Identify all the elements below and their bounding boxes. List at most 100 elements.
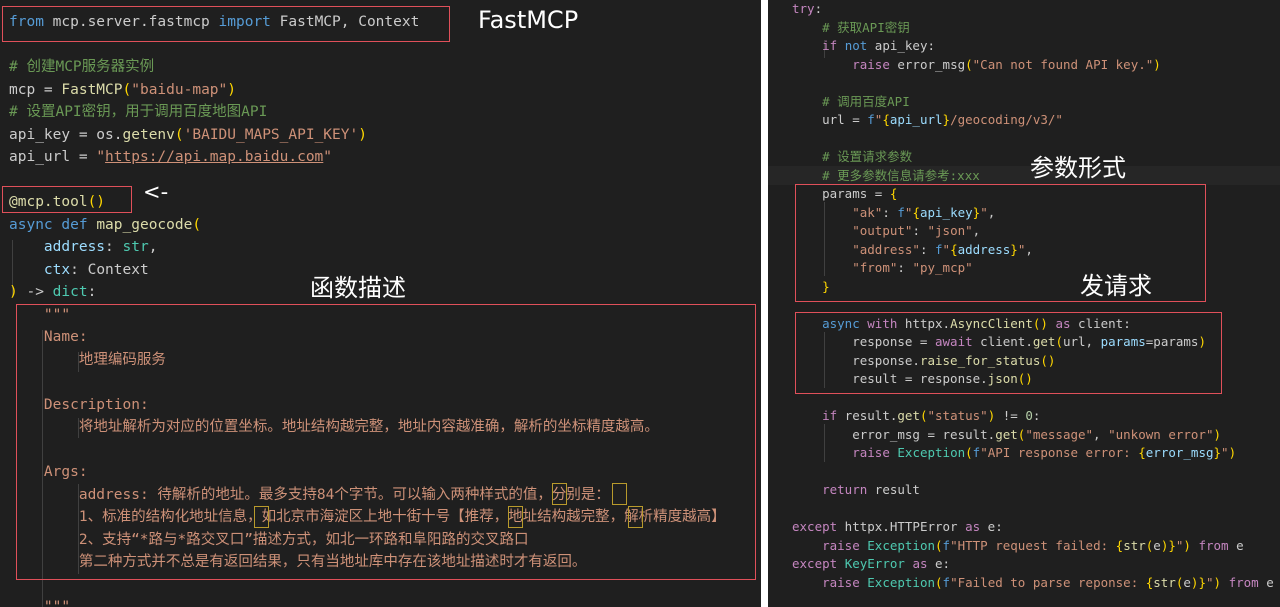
code-token: from bbox=[1228, 574, 1259, 590]
code-line: url = f"{api_url}/geocoding/v3/" bbox=[792, 111, 1274, 130]
bracket-match-box bbox=[612, 483, 627, 505]
code-token: raise bbox=[822, 574, 860, 590]
code-token: : bbox=[87, 284, 97, 300]
code-token: /geocoding/v3/" bbox=[950, 112, 1063, 127]
code-token: e: bbox=[980, 519, 1003, 534]
code-token: : bbox=[1032, 408, 1041, 423]
code-line: return result bbox=[792, 481, 1274, 500]
code-token: ) bbox=[1213, 574, 1222, 590]
code-token: "unkown error" bbox=[1108, 426, 1214, 442]
code-token: ) bbox=[1183, 537, 1191, 553]
code-line: async def map_geocode( bbox=[9, 214, 726, 237]
code-token: ) bbox=[1213, 426, 1221, 442]
bracket-match-box bbox=[254, 506, 269, 528]
code-token: " bbox=[96, 149, 106, 165]
code-token: api_key: bbox=[867, 38, 936, 53]
code-token: } bbox=[1213, 445, 1222, 460]
code-token: raise bbox=[852, 445, 890, 460]
code-token: e bbox=[1228, 537, 1244, 553]
code-token: e bbox=[1258, 574, 1274, 590]
code-token: get bbox=[897, 408, 920, 423]
code-line: raise Exception(f"Failed to parse repons… bbox=[792, 574, 1274, 593]
code-token: # 创建MCP服务器实例 bbox=[9, 59, 155, 75]
code-token: result bbox=[867, 482, 920, 497]
code-token: : bbox=[105, 239, 123, 255]
code-token: ( bbox=[174, 126, 184, 143]
code-token: result. bbox=[837, 408, 898, 423]
code-token: 0 bbox=[1025, 408, 1033, 423]
code-token: httpx.HTTPError bbox=[837, 519, 966, 534]
code-line: address: str, bbox=[9, 236, 726, 259]
left-code-editor[interactable]: from mcp.server.fastmcp import FastMCP, … bbox=[0, 0, 761, 607]
code-token: 'BAIDU_MAPS_API_KEY' bbox=[183, 126, 359, 143]
code-token: def bbox=[61, 216, 88, 233]
code-token: try bbox=[792, 1, 815, 16]
code-token: , bbox=[1093, 426, 1109, 442]
code-token: ( bbox=[919, 408, 928, 423]
code-token: ( bbox=[965, 445, 973, 460]
code-token: "HTTP request failed: bbox=[950, 537, 1116, 553]
fastmcp-label: FastMCP bbox=[478, 6, 579, 34]
arrow-label: <- bbox=[143, 180, 169, 204]
code-token: str bbox=[1123, 537, 1146, 553]
function-description-label: 函数描述 bbox=[310, 274, 406, 302]
code-token: ( bbox=[965, 56, 973, 72]
code-token: KeyError bbox=[844, 556, 905, 571]
code-token: f bbox=[867, 112, 875, 127]
code-token: getenv bbox=[122, 126, 175, 143]
code-token: raise bbox=[852, 56, 890, 72]
code-token: : bbox=[814, 1, 823, 16]
code-token: e bbox=[1183, 574, 1191, 590]
code-token: "baidu-map" bbox=[131, 81, 228, 98]
code-token: ) bbox=[1153, 56, 1161, 72]
code-token: " bbox=[323, 149, 333, 165]
code-token: get bbox=[995, 426, 1018, 442]
code-token: https://api.map.baidu.com bbox=[105, 149, 324, 165]
code-token: not bbox=[844, 38, 868, 53]
code-token: FastMCP bbox=[61, 81, 123, 98]
code-line: raise Exception(f"API response error: {e… bbox=[792, 444, 1274, 463]
code-token: f bbox=[942, 574, 951, 590]
code-token: ( bbox=[192, 216, 202, 233]
code-line: api_key = os.getenv('BAIDU_MAPS_API_KEY'… bbox=[9, 124, 726, 147]
code-token: "message" bbox=[1025, 426, 1094, 442]
code-token: # 获取API密钥 bbox=[792, 19, 910, 35]
code-line: # 获取API密钥 bbox=[792, 19, 1274, 38]
code-token: f bbox=[942, 537, 951, 553]
code-token: dict bbox=[52, 284, 88, 300]
code-token: " bbox=[1205, 574, 1214, 590]
code-line: # 调用百度API bbox=[792, 93, 1274, 112]
code-token: error_msg bbox=[889, 56, 966, 72]
code-token: : Context bbox=[70, 261, 149, 278]
code-token: as bbox=[965, 519, 981, 534]
code-line: mcp = FastMCP("baidu-map") bbox=[9, 79, 726, 102]
code-token: ) bbox=[358, 126, 367, 143]
code-token: } bbox=[942, 112, 951, 127]
code-line: if result.get("status") != 0: bbox=[792, 407, 1274, 426]
code-token: Exception bbox=[897, 445, 966, 460]
code-token: # 更多参数信息请参考:xxx bbox=[792, 167, 980, 183]
bracket-match-box bbox=[628, 506, 643, 528]
code-token: if bbox=[822, 38, 838, 53]
decorator-highlight-box bbox=[2, 186, 132, 213]
code-line: error_msg = result.get("message", "unkow… bbox=[792, 426, 1274, 445]
code-token: # 设置API密钥，用于调用百度地图API bbox=[9, 104, 268, 120]
bracket-match-box bbox=[552, 483, 567, 505]
code-token: Exception bbox=[867, 537, 936, 553]
code-token: } bbox=[1198, 574, 1206, 590]
code-token: { bbox=[882, 112, 890, 127]
code-token: # 设置请求参数 bbox=[792, 149, 913, 164]
right-code-editor[interactable]: try: # 获取API密钥 if not api_key: raise err… bbox=[768, 0, 1280, 607]
code-token: "Failed to parse reponse: bbox=[950, 574, 1146, 590]
